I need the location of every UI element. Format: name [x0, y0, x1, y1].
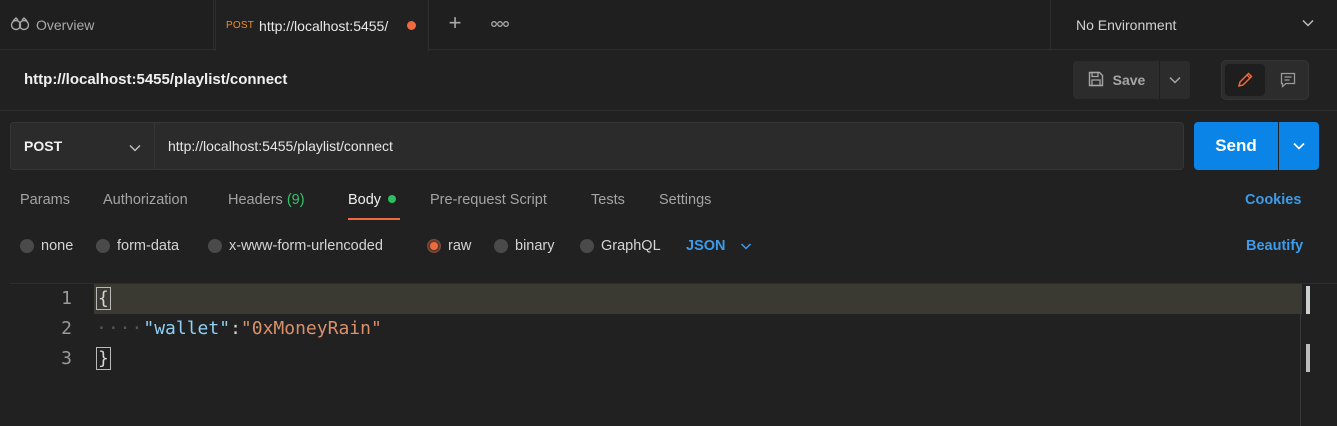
line-number: 3 [61, 348, 72, 369]
code-line-3: } [96, 347, 111, 370]
radio-icon [580, 239, 594, 253]
chevron-down-icon [1301, 16, 1315, 33]
tab-headers[interactable]: Headers (9) [228, 192, 305, 208]
comment-icon [1280, 72, 1296, 88]
save-icon [1087, 70, 1105, 91]
view-mode-toggle [1221, 60, 1309, 100]
open-brace: { [96, 287, 111, 310]
tab-bar: Overview POST http://localhost:5455/ + N… [0, 0, 1337, 51]
body-type-urlencoded-label: x-www-form-urlencoded [229, 238, 383, 254]
body-type-urlencoded[interactable]: x-www-form-urlencoded [208, 238, 383, 254]
scroll-marker [1306, 344, 1310, 372]
chevron-down-icon [1293, 142, 1305, 150]
body-type-form-data[interactable]: form-data [96, 238, 179, 254]
chevron-down-icon [740, 243, 751, 250]
chevron-down-icon [1169, 76, 1181, 84]
body-type-none[interactable]: none [20, 238, 73, 254]
request-header: http://localhost:5455/playlist/connect S… [0, 51, 1337, 111]
body-type-graphql[interactable]: GraphQL [580, 238, 661, 254]
more-icon [491, 21, 509, 27]
body-type-binary[interactable]: binary [494, 238, 555, 254]
send-options-button[interactable] [1279, 122, 1319, 170]
radio-icon [20, 239, 34, 253]
comments-button[interactable] [1268, 64, 1308, 96]
json-colon: : [230, 318, 241, 339]
headers-count: (9) [286, 192, 305, 208]
tab-body[interactable]: Body [348, 192, 397, 208]
current-line-highlight [94, 284, 1302, 314]
tab-overview[interactable]: Overview [0, 0, 214, 50]
code-line-1: { [96, 287, 111, 310]
more-tabs-button[interactable] [489, 12, 511, 36]
body-type-form-data-label: form-data [117, 238, 180, 254]
save-options-button[interactable] [1160, 61, 1190, 99]
beautify-button[interactable]: Beautify [1246, 238, 1303, 254]
json-key: "wallet" [143, 318, 231, 339]
body-type-none-label: none [41, 238, 74, 254]
indent-whitespace: ···· [96, 318, 144, 339]
save-button[interactable]: Save [1073, 61, 1159, 99]
tab-body-label: Body [348, 192, 382, 208]
body-type-graphql-label: GraphQL [601, 238, 661, 254]
environment-label: No Environment [1076, 17, 1177, 33]
chevron-down-icon [128, 141, 142, 158]
tab-method: POST [226, 20, 255, 31]
send-button[interactable]: Send [1194, 122, 1278, 170]
tab-params[interactable]: Params [20, 192, 70, 208]
method-select[interactable]: POST [10, 122, 155, 170]
json-value: "0xMoneyRain" [240, 318, 382, 339]
tab-url: http://localhost:5455/ [259, 17, 389, 34]
url-input[interactable]: http://localhost:5455/playlist/connect [155, 122, 1184, 170]
editor-scrollbar[interactable] [1300, 284, 1301, 426]
radio-icon [96, 239, 110, 253]
body-type-binary-label: binary [515, 238, 555, 254]
active-tab-indicator [348, 218, 400, 220]
tab-headers-label: Headers [228, 192, 283, 208]
line-number: 2 [61, 318, 72, 339]
tab-tests[interactable]: Tests [591, 192, 625, 208]
radio-selected-icon [427, 239, 441, 253]
close-brace: } [96, 347, 111, 370]
environment-selector[interactable]: No Environment [1050, 0, 1337, 50]
request-title[interactable]: http://localhost:5455/playlist/connect [24, 71, 287, 88]
body-editor[interactable]: 1 2 3 { ····"wallet":"0xMoneyRain" } [10, 283, 1337, 426]
cookies-link[interactable]: Cookies [1245, 192, 1301, 208]
tab-overview-label: Overview [36, 17, 95, 33]
overview-icon [10, 16, 30, 35]
body-type-raw[interactable]: raw [427, 238, 471, 254]
body-set-dot-icon [388, 195, 397, 204]
edit-mode-button[interactable] [1225, 64, 1265, 96]
body-type-raw-label: raw [448, 238, 472, 254]
body-format-select[interactable]: JSON [686, 238, 752, 254]
new-tab-button[interactable]: + [443, 11, 467, 35]
scroll-marker [1306, 286, 1310, 314]
tab-pre-request-script[interactable]: Pre-request Script [430, 192, 547, 208]
pencil-icon [1237, 72, 1253, 88]
line-number: 1 [61, 288, 72, 309]
code-line-2: ····"wallet":"0xMoneyRain" [96, 318, 382, 339]
tab-settings[interactable]: Settings [659, 192, 711, 208]
unsaved-dot-icon [407, 21, 417, 30]
tab-active-request[interactable]: POST http://localhost:5455/ [215, 0, 429, 51]
body-format-label: JSON [686, 238, 726, 254]
radio-icon [208, 239, 222, 253]
tab-authorization[interactable]: Authorization [103, 192, 188, 208]
radio-icon [494, 239, 508, 253]
save-label: Save [1112, 72, 1146, 88]
method-label: POST [24, 138, 63, 154]
